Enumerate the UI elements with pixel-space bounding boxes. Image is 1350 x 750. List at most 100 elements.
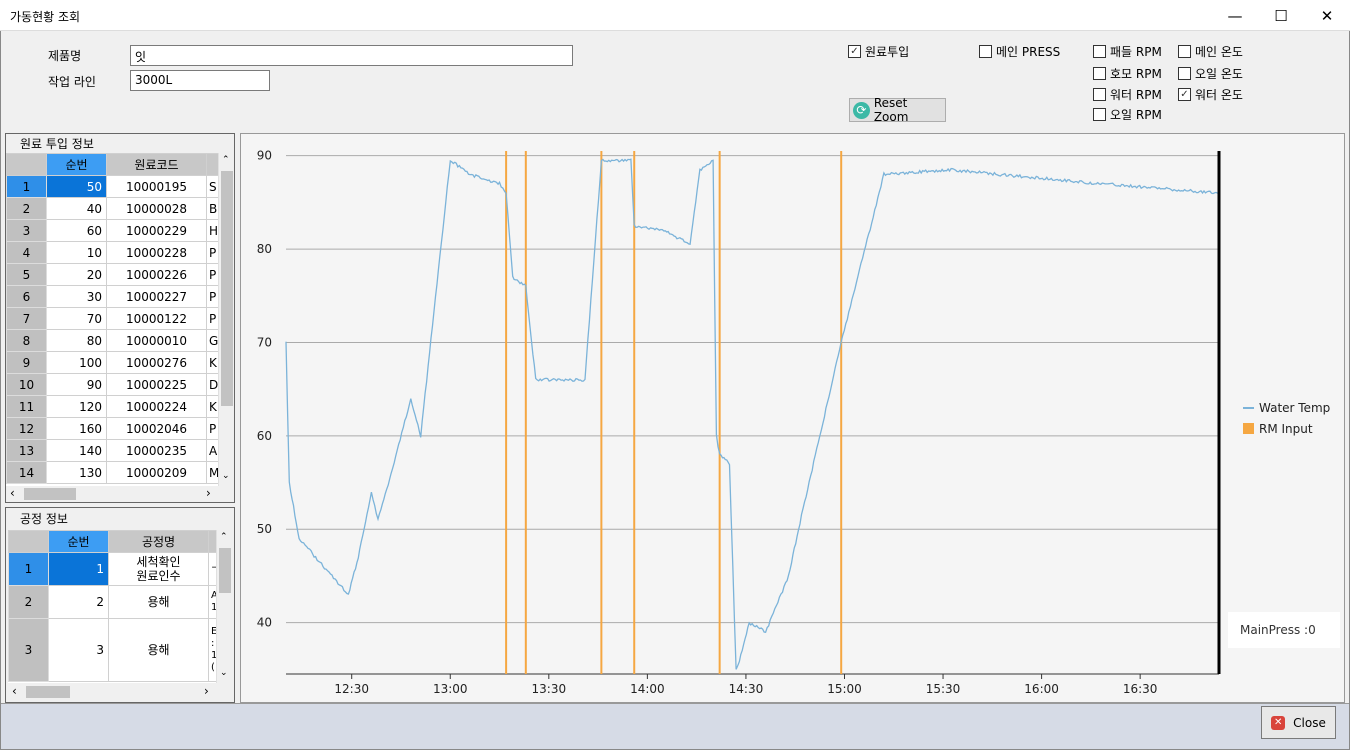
code-cell[interactable]: 10000195 xyxy=(106,175,207,198)
row-header[interactable]: 2 xyxy=(8,585,49,619)
row-header[interactable]: 6 xyxy=(6,285,47,308)
seq-cell[interactable]: 60 xyxy=(46,219,107,242)
seq-cell[interactable]: 2 xyxy=(48,585,109,619)
process-vscrollbar[interactable]: ⌃ ⌄ xyxy=(216,530,232,683)
checkbox-box[interactable] xyxy=(979,45,992,58)
seq-cell[interactable]: 70 xyxy=(46,307,107,330)
material-grid[interactable]: 순번 원료코드 1 50 10000195 S 2 40 10000028 B 3 60 100002… xyxy=(6,153,218,486)
row-header[interactable]: 8 xyxy=(6,329,47,352)
checkbox-5[interactable]: 오일 RPM xyxy=(1093,106,1162,123)
detail-cell[interactable]: E : 1 ( xyxy=(208,618,216,682)
checkbox-8[interactable]: ✓ 워터 온도 xyxy=(1178,86,1243,103)
table-row[interactable]: 9 100 10000276 K xyxy=(6,351,218,374)
process-grid[interactable]: 순번공정명 11세척확인 원료인수¬22용해A 133용해E : 1 ( xyxy=(8,530,216,683)
code-cell[interactable]: 10000276 xyxy=(106,351,207,374)
table-row[interactable]: 1413010000209M xyxy=(6,461,218,484)
seq-cell[interactable]: 160 xyxy=(46,417,107,440)
seq-cell[interactable]: 80 xyxy=(46,329,107,352)
name-cell[interactable]: P xyxy=(206,263,218,286)
name-cell[interactable]: M xyxy=(206,461,218,484)
table-row[interactable]: 5 20 10000226 P xyxy=(6,263,218,286)
code-cell[interactable]: 10000229 xyxy=(106,219,207,242)
checkbox-box[interactable] xyxy=(1093,45,1106,58)
seq-cell[interactable]: 100 xyxy=(46,351,107,374)
checkbox-box[interactable]: ✓ xyxy=(848,45,861,58)
checkbox-0[interactable]: ✓ 원료투입 xyxy=(848,43,909,60)
name-cell[interactable]: H xyxy=(206,219,218,242)
table-row[interactable]: 11 120 10000224 K xyxy=(6,395,218,418)
table-row[interactable]: 6 30 10000227 P xyxy=(6,285,218,308)
row-header[interactable]: 1 xyxy=(6,175,47,198)
table-row[interactable]: 10 90 10000225 D xyxy=(6,373,218,396)
process-name-cell[interactable]: 용해 xyxy=(108,585,209,619)
name-cell[interactable]: A xyxy=(206,439,218,462)
seq-cell[interactable]: 140 xyxy=(46,439,107,462)
table-row[interactable]: 2 40 10000028 B xyxy=(6,197,218,220)
code-cell[interactable]: 10000225 xyxy=(106,373,207,396)
table-row[interactable]: 13 140 10000235 A xyxy=(6,439,218,462)
checkbox-7[interactable]: 오일 온도 xyxy=(1178,65,1243,82)
row-header[interactable]: 10 xyxy=(6,373,47,396)
row-header[interactable]: 12 xyxy=(6,417,47,440)
checkbox-4[interactable]: 워터 RPM xyxy=(1093,86,1162,103)
table-row[interactable]: 33용해E : 1 ( xyxy=(8,618,216,682)
checkbox-box[interactable]: ✓ xyxy=(1178,88,1191,101)
name-cell[interactable]: K xyxy=(206,351,218,374)
seq-cell[interactable]: 50 xyxy=(46,175,107,198)
table-row[interactable]: 4 10 10000228 P xyxy=(6,241,218,264)
name-cell[interactable]: B xyxy=(206,197,218,220)
checkbox-box[interactable] xyxy=(1093,67,1106,80)
row-header[interactable]: 4 xyxy=(6,241,47,264)
checkbox-box[interactable] xyxy=(1093,88,1106,101)
name-cell[interactable]: S xyxy=(206,175,218,198)
name-cell[interactable]: D xyxy=(206,373,218,396)
row-header[interactable]: 3 xyxy=(6,219,47,242)
col-header-code[interactable]: 원료코드 xyxy=(106,153,207,176)
seq-cell[interactable]: 3 xyxy=(48,618,109,682)
maximize-button[interactable]: ☐ xyxy=(1258,0,1304,31)
close-button[interactable]: ✕ Close xyxy=(1261,706,1336,739)
process-name-cell[interactable]: 용해 xyxy=(108,618,209,682)
process-hscrollbar[interactable]: ‹ › xyxy=(8,684,216,700)
seq-cell[interactable]: 90 xyxy=(46,373,107,396)
material-hscrollbar[interactable]: ‹ › xyxy=(6,486,218,502)
detail-cell[interactable]: ¬ xyxy=(208,552,216,586)
table-row[interactable]: 1 50 10000195 S xyxy=(6,175,218,198)
line-input[interactable]: 3000L xyxy=(130,70,270,91)
checkbox-box[interactable] xyxy=(1093,108,1106,121)
name-cell[interactable]: G xyxy=(206,329,218,352)
water-temp-chart[interactable]: 40 50 60 70 80 90 12:30 13:00 13:30 14:00 14:30 15:… xyxy=(241,134,1346,704)
chart-panel[interactable]: 40 50 60 70 80 90 12:30 13:00 13:30 14:00 14:30 15:… xyxy=(240,133,1345,703)
table-row[interactable]: 22용해A 1 xyxy=(8,585,216,619)
detail-cell[interactable]: A 1 xyxy=(208,585,216,619)
row-header[interactable]: 14 xyxy=(6,461,47,484)
code-cell[interactable]: 10000209 xyxy=(106,461,207,484)
code-cell[interactable]: 10000227 xyxy=(106,285,207,308)
code-cell[interactable]: 10000028 xyxy=(106,197,207,220)
process-name-cell[interactable]: 세척확인 원료인수 xyxy=(108,552,209,586)
checkbox-2[interactable]: 패들 RPM xyxy=(1093,43,1162,60)
code-cell[interactable]: 10000228 xyxy=(106,241,207,264)
checkbox-box[interactable] xyxy=(1178,45,1191,58)
close-window-button[interactable]: ✕ xyxy=(1304,0,1350,31)
row-header[interactable]: 1 xyxy=(8,552,49,586)
row-header[interactable]: 5 xyxy=(6,263,47,286)
name-cell[interactable]: P xyxy=(206,307,218,330)
seq-cell[interactable]: 1 xyxy=(48,552,109,586)
table-row[interactable]: 12 160 10002046 P xyxy=(6,417,218,440)
checkbox-box[interactable] xyxy=(1178,67,1191,80)
row-header[interactable]: 7 xyxy=(6,307,47,330)
code-cell[interactable]: 10000224 xyxy=(106,395,207,418)
col-header-process-name[interactable]: 공정명 xyxy=(108,530,209,553)
checkbox-1[interactable]: 메인 PRESS xyxy=(979,43,1060,60)
code-cell[interactable]: 10000235 xyxy=(106,439,207,462)
col-header-seq[interactable]: 순번 xyxy=(48,530,109,553)
code-cell[interactable]: 10000010 xyxy=(106,329,207,352)
product-input[interactable]: 잇 xyxy=(130,45,573,66)
code-cell[interactable]: 10000226 xyxy=(106,263,207,286)
name-cell[interactable]: P xyxy=(206,285,218,308)
code-cell[interactable]: 10002046 xyxy=(106,417,207,440)
seq-cell[interactable]: 40 xyxy=(46,197,107,220)
table-row[interactable]: 3 60 10000229 H xyxy=(6,219,218,242)
row-header[interactable]: 9 xyxy=(6,351,47,374)
